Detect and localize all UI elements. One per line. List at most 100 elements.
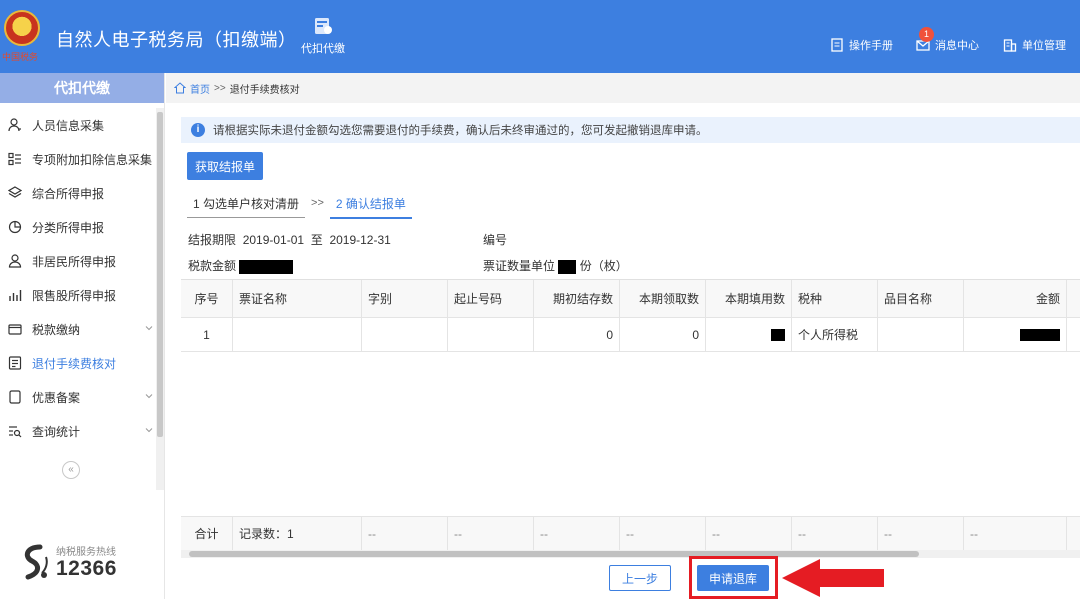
document-icon xyxy=(8,356,22,370)
message-count-badge: 1 xyxy=(919,27,934,42)
sidebar-item-special-deduction[interactable]: 专项附加扣除信息采集 xyxy=(0,142,155,176)
sidebar-item-tax-payment[interactable]: 税款缴纳 xyxy=(0,312,155,346)
col-header-extra xyxy=(1067,280,1080,317)
col-header: 字别 xyxy=(362,280,448,317)
notice-text: 请根据实际未退付金额勾选您需要退付的手续费，确认后未终审通过的，您可发起撤销退库… xyxy=(213,125,708,137)
settlement-period: 结报期限 2019-01-01 至 2019-12-31 xyxy=(188,231,391,248)
tab-withholding[interactable]: 代扣代缴 xyxy=(298,16,348,56)
unit-management-link[interactable]: 单位管理 xyxy=(1003,37,1066,53)
collapse-sidebar-button[interactable]: « xyxy=(62,461,80,479)
sidebar-item-nonresident-income[interactable]: 非居民所得申报 xyxy=(0,244,155,278)
cell-word xyxy=(362,318,448,351)
breadcrumb: 首页 >> 退付手续费核对 xyxy=(166,73,1080,103)
table-row[interactable]: 1 0 0 个人所得税 xyxy=(181,318,1080,352)
file-icon xyxy=(9,390,21,404)
sidebar-item-personnel-info[interactable]: 人员信息采集 xyxy=(0,108,155,142)
step-navigation: 1 勾选单户核对清册 >> 2 确认结报单 xyxy=(187,191,412,219)
info-notice: i 请根据实际未退付金额勾选您需要退付的手续费，确认后未终审通过的，您可发起撤销… xyxy=(181,117,1080,143)
sidebar-item-comprehensive-income[interactable]: 综合所得申报 xyxy=(0,176,155,210)
breadcrumb-separator: >> xyxy=(214,82,226,94)
tax-emblem-logo xyxy=(4,10,40,46)
redacted-amount xyxy=(239,259,294,274)
previous-step-button[interactable]: 上一步 xyxy=(609,565,671,591)
sidebar-item-label: 优惠备案 xyxy=(32,390,81,405)
cell-amount xyxy=(964,318,1067,351)
footer-dash: -- xyxy=(792,517,878,550)
manual-label: 操作手册 xyxy=(849,40,893,52)
unit-management-label: 单位管理 xyxy=(1022,40,1066,52)
sidebar-scrollbar[interactable] xyxy=(156,108,164,490)
col-header: 税种 xyxy=(792,280,878,317)
col-header: 品目名称 xyxy=(878,280,964,317)
sidebar-item-query-statistics[interactable]: 查询统计 xyxy=(0,414,155,448)
col-header: 本期填用数 xyxy=(706,280,792,317)
period-label: 结报期限 xyxy=(188,233,237,247)
sidebar-item-classified-income[interactable]: 分类所得申报 xyxy=(0,210,155,244)
chevron-down-icon xyxy=(145,428,153,433)
sidebar-item-label: 综合所得申报 xyxy=(32,186,105,201)
fetch-statement-button[interactable]: 获取结报单 xyxy=(187,152,263,180)
messages-label: 消息中心 xyxy=(935,40,979,52)
home-icon xyxy=(174,82,186,94)
col-header: 起止号码 xyxy=(448,280,534,317)
sidebar: 代扣代缴 人员信息采集 专项附加扣除信息采集 综合所得申报 分类所得申报 非居民… xyxy=(0,73,165,599)
sidebar-item-fee-verification[interactable]: 退付手续费核对 xyxy=(0,346,155,380)
footer-dash: -- xyxy=(620,517,706,550)
step-1-tab[interactable]: 1 勾选单户核对清册 xyxy=(187,191,306,218)
cell-item-name xyxy=(878,318,964,351)
footer-dash: -- xyxy=(964,517,1067,550)
sidebar-item-label: 限售股所得申报 xyxy=(32,288,117,303)
sidebar-item-label: 退付手续费核对 xyxy=(32,356,117,371)
apply-refund-button[interactable]: 申请退库 xyxy=(697,565,769,591)
table-horizontal-scrollbar[interactable] xyxy=(181,550,1080,558)
footer-dash: -- xyxy=(448,517,534,550)
col-header: 期初结存数 xyxy=(534,280,620,317)
breadcrumb-home[interactable]: 首页 xyxy=(190,81,210,96)
sidebar-title: 代扣代缴 xyxy=(0,73,164,103)
chevron-down-icon xyxy=(145,394,153,399)
col-header: 票证名称 xyxy=(233,280,362,317)
cell-index: 1 xyxy=(181,318,233,351)
cell-received: 0 xyxy=(620,318,706,351)
sidebar-item-label: 人员信息采集 xyxy=(32,118,105,133)
app-title: 自然人电子税务局（扣缴端） xyxy=(56,30,297,50)
period-to: 至 xyxy=(310,233,323,247)
cell-range xyxy=(448,318,534,351)
hotline-number: 12366 xyxy=(56,557,117,580)
col-header: 序号 xyxy=(181,280,233,317)
step-2-tab[interactable]: 2 确认结报单 xyxy=(329,191,412,219)
cell-extra xyxy=(1067,318,1080,351)
number-label: 编号 xyxy=(483,233,508,247)
cell-opening: 0 xyxy=(534,318,620,351)
wallet-icon xyxy=(315,18,332,34)
hotline-label: 纳税服务热线 xyxy=(56,547,116,558)
search-list-icon xyxy=(9,426,22,438)
sidebar-item-restricted-stock[interactable]: 限售股所得申报 xyxy=(0,278,155,312)
top-header: 中国税务 自然人电子税务局（扣缴端） 代扣代缴 操作手册 消息中心 1 单位管理 xyxy=(0,0,1080,73)
highlight-box: 申请退库 xyxy=(689,556,778,599)
period-start: 2019-01-01 xyxy=(242,233,305,247)
info-icon: i xyxy=(191,123,205,137)
headset-icon xyxy=(24,544,48,580)
sidebar-item-label: 非居民所得申报 xyxy=(32,254,117,269)
amount-label: 税款金额 xyxy=(188,259,237,273)
record-count: 记录数：1 xyxy=(233,517,362,550)
breadcrumb-current: 退付手续费核对 xyxy=(229,84,300,96)
footer-dash: -- xyxy=(362,517,448,550)
user-outline-icon xyxy=(8,254,22,268)
cell-ticket-name xyxy=(233,318,362,351)
step-separator: >> xyxy=(311,197,324,209)
sidebar-item-label: 税款缴纳 xyxy=(32,322,81,337)
book-icon xyxy=(831,38,843,52)
cell-tax-type: 个人所得税 xyxy=(792,318,878,351)
bar-chart-icon xyxy=(9,290,22,301)
tax-amount: 税款金额 xyxy=(188,257,294,274)
redacted-unit xyxy=(558,259,577,274)
ticket-unit: 票证数量单位 份（枚） xyxy=(483,257,628,274)
sidebar-item-label: 分类所得申报 xyxy=(32,220,105,235)
sidebar-item-preferential-filing[interactable]: 优惠备案 xyxy=(0,380,155,414)
col-header: 本期领取数 xyxy=(620,280,706,317)
footer-dash: -- xyxy=(706,517,792,550)
scrollbar-thumb[interactable] xyxy=(157,112,163,437)
manual-link[interactable]: 操作手册 xyxy=(830,37,893,53)
